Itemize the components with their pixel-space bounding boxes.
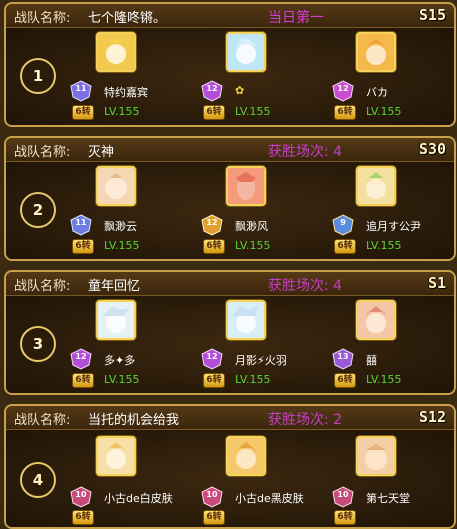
- server-tag: S12: [418, 408, 446, 426]
- team-status: 当日第一: [268, 10, 324, 26]
- rank-emblem-icon: 12: [70, 348, 92, 370]
- member-level: LV.155: [366, 373, 402, 386]
- rebirth-badge: 6转: [334, 510, 356, 525]
- member-avatar[interactable]: [96, 166, 136, 206]
- team-name: 当托的机会给我: [88, 413, 180, 428]
- rank-emblem-icon: 12: [201, 214, 223, 236]
- server-tag: S30: [418, 140, 446, 158]
- member-level: LV.155: [366, 239, 402, 252]
- member-avatar[interactable]: [356, 300, 396, 340]
- rank-emblem-icon: 11: [70, 80, 92, 102]
- member-level: LV.155: [366, 105, 402, 118]
- team-header: 战队名称: 七个隆咚锵。 当日第一 S15: [6, 4, 454, 28]
- member-avatar[interactable]: [96, 300, 136, 340]
- team-name-label: 战队名称:: [14, 413, 71, 428]
- team-status: 获胜场次: 4: [268, 144, 343, 160]
- team-card-3[interactable]: 战队名称: 童年回忆 获胜场次: 4 S1 3 12 ⁣多✦多⁣ 6转 LV.1…: [4, 270, 456, 395]
- rank-badge: 3: [20, 326, 56, 362]
- rebirth-badge: 6转: [72, 105, 94, 120]
- member-name: 第七天堂: [366, 492, 410, 505]
- rebirth-badge: 6转: [203, 373, 225, 388]
- member-avatar[interactable]: [226, 166, 266, 206]
- rank-badge: 4: [20, 462, 56, 498]
- member-avatar[interactable]: [96, 436, 136, 476]
- rebirth-badge: 6转: [203, 239, 225, 254]
- team-header: 战队名称: 灭⁣神 获胜场次: 4 S30: [6, 138, 454, 162]
- rank-emblem-icon: 9: [332, 214, 354, 236]
- rebirth-badge: 6转: [334, 239, 356, 254]
- rebirth-badge: 6转: [72, 373, 94, 388]
- rebirth-badge: 6转: [72, 510, 94, 525]
- rebirth-badge: 6转: [203, 105, 225, 120]
- team-card-4[interactable]: 战队名称: 当托的机会给我 获胜场次: 2 S12 4 10 小古de白皮肤 6…: [4, 404, 456, 529]
- member-name: 小古de黑皮肤: [235, 492, 304, 505]
- rebirth-badge: 6转: [334, 373, 356, 388]
- member-name: ⁣飘渺云⁣: [104, 220, 137, 233]
- member-avatar[interactable]: [96, 32, 136, 72]
- team-card-1[interactable]: 战队名称: 七个隆咚锵。 当日第一 S15 1 11 特约嘉宾 6转 LV.15…: [4, 2, 456, 127]
- team-name-label: 战队名称:: [14, 279, 71, 294]
- member-avatar[interactable]: [226, 300, 266, 340]
- member-name: 囍: [366, 354, 377, 367]
- member-name: ✿: [235, 84, 245, 97]
- rank-emblem-icon: 12: [201, 80, 223, 102]
- member-name: 月影⚡火羽: [235, 354, 287, 367]
- team-name-label: 战队名称:: [14, 145, 71, 160]
- team-name: 童年回忆: [88, 279, 141, 294]
- member-name: 特约嘉宾: [104, 86, 148, 99]
- server-tag: S15: [418, 6, 446, 24]
- team-name: 七个隆咚锵。: [88, 11, 167, 26]
- member-level: LV.155: [235, 239, 271, 252]
- team-name-label: 战队名称:: [14, 11, 71, 26]
- rebirth-badge: 6转: [203, 510, 225, 525]
- team-name: 灭⁣神: [88, 145, 115, 160]
- member-level: LV.155: [235, 105, 271, 118]
- team-status: 获胜场次: 4: [268, 278, 343, 294]
- rank-emblem-icon: 13: [332, 348, 354, 370]
- rank-emblem-icon: 12: [201, 348, 223, 370]
- member-level: LV.155: [104, 239, 140, 252]
- rank-emblem-icon: 11: [70, 214, 92, 236]
- member-level: LV.155: [104, 373, 140, 386]
- member-name: 小古de白皮肤: [104, 492, 173, 505]
- member-avatar[interactable]: [356, 32, 396, 72]
- member-avatar[interactable]: [226, 436, 266, 476]
- member-name: ⁣飘渺风⁣: [235, 220, 268, 233]
- server-tag: S1: [427, 274, 446, 292]
- member-level: LV.155: [104, 105, 140, 118]
- rank-emblem-icon: 10: [70, 486, 92, 508]
- rebirth-badge: 6转: [334, 105, 356, 120]
- rank-emblem-icon: 12: [332, 80, 354, 102]
- team-status: 获胜场次: 2: [268, 412, 343, 428]
- member-avatar[interactable]: [356, 436, 396, 476]
- team-card-2[interactable]: 战队名称: 灭⁣神 获胜场次: 4 S30 2 11 ⁣飘渺云⁣ 6转 LV.1…: [4, 136, 456, 261]
- member-name: ⁣多✦多⁣: [104, 354, 136, 367]
- member-name: バカ: [366, 86, 388, 99]
- team-header: 战队名称: 当托的机会给我 获胜场次: 2 S12: [6, 406, 454, 430]
- rank-badge: 1: [20, 58, 56, 94]
- member-level: LV.155: [235, 373, 271, 386]
- rank-emblem-icon: 10: [201, 486, 223, 508]
- rebirth-badge: 6转: [72, 239, 94, 254]
- member-name: 追月す公尹: [366, 220, 421, 233]
- member-avatar[interactable]: [356, 166, 396, 206]
- rank-emblem-icon: 10: [332, 486, 354, 508]
- rank-badge: 2: [20, 192, 56, 228]
- team-header: 战队名称: 童年回忆 获胜场次: 4 S1: [6, 272, 454, 296]
- member-avatar[interactable]: [226, 32, 266, 72]
